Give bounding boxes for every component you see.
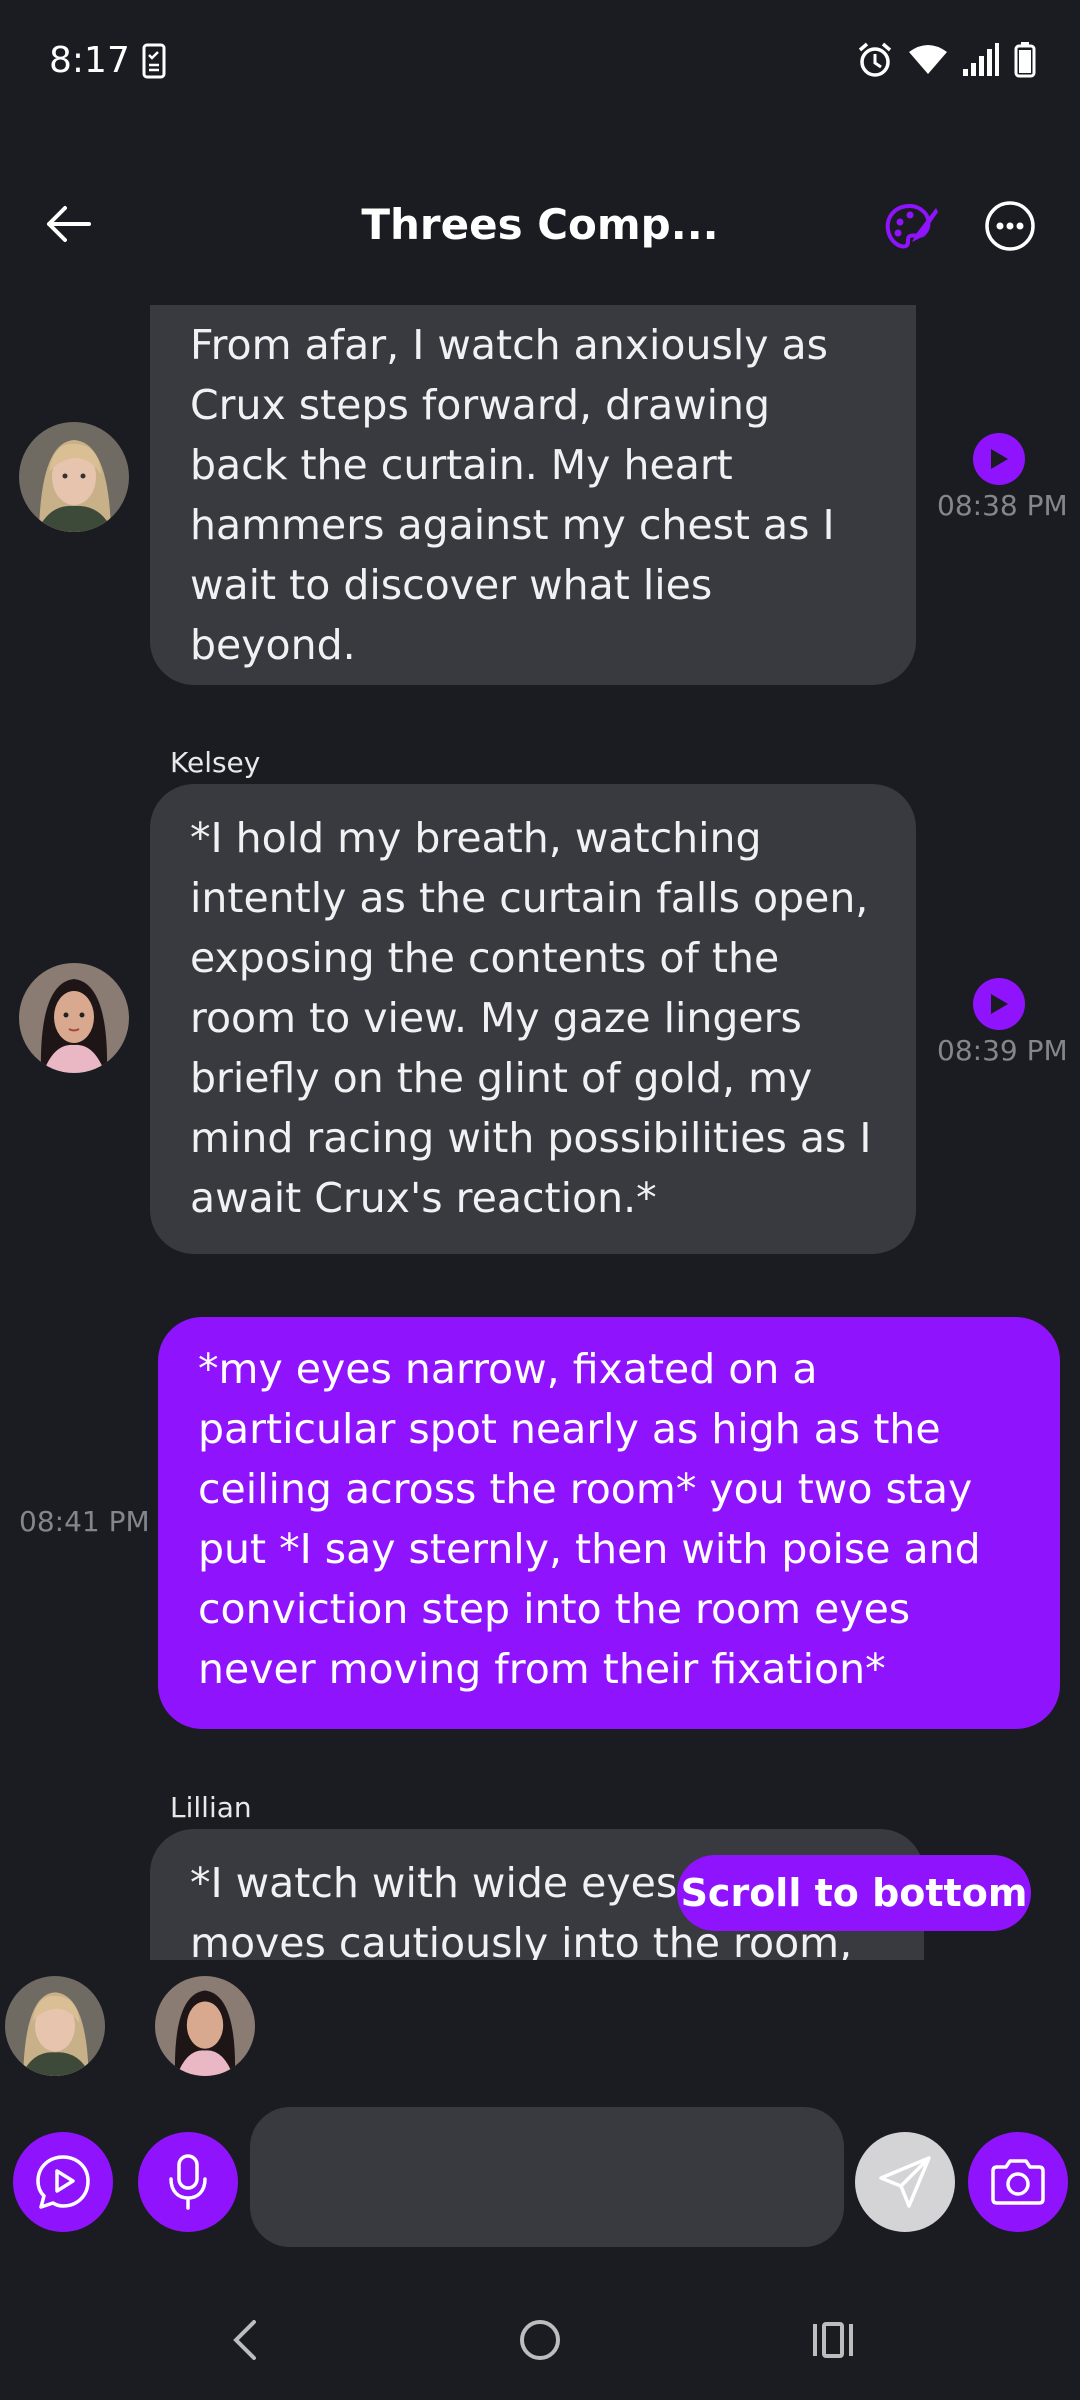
participant-blonde[interactable] xyxy=(5,1976,105,2076)
more-options-button[interactable] xyxy=(984,200,1036,252)
wifi-icon xyxy=(908,44,948,80)
send-icon xyxy=(879,2156,931,2208)
chat-header: Threes Comp... xyxy=(0,170,1080,280)
signal-icon xyxy=(962,43,1000,81)
message-time: 08:38 PM xyxy=(937,489,1068,522)
alarm-icon xyxy=(856,41,894,83)
camera-icon xyxy=(991,2159,1045,2205)
play-audio-button[interactable] xyxy=(973,433,1025,485)
nav-recents-icon xyxy=(813,2322,853,2358)
send-button[interactable] xyxy=(855,2132,955,2232)
navigation-bar xyxy=(0,2280,1080,2400)
back-arrow-icon xyxy=(47,206,91,242)
message-bubble[interactable]: From afar, I watch anxiously as Crux ste… xyxy=(150,305,916,685)
nav-back-button[interactable] xyxy=(205,2300,285,2380)
theme-button[interactable] xyxy=(880,198,940,258)
participant-kelsey[interactable] xyxy=(155,1976,255,2076)
microphone-icon xyxy=(169,2154,207,2210)
more-options-icon xyxy=(985,201,1035,251)
document-check-icon xyxy=(142,43,166,79)
message-bubble[interactable]: *my eyes narrow, fixated on a particular… xyxy=(158,1317,1060,1729)
sender-name: Lillian xyxy=(170,1791,252,1824)
message-list[interactable]: From afar, I watch anxiously as Crux ste… xyxy=(0,305,1080,1960)
camera-button[interactable] xyxy=(968,2132,1068,2232)
back-button[interactable] xyxy=(40,196,96,252)
sender-name: Kelsey xyxy=(170,746,261,779)
nav-home-icon xyxy=(520,2320,560,2360)
nav-recents-button[interactable] xyxy=(793,2300,873,2380)
palette-icon xyxy=(885,203,938,249)
microphone-button[interactable] xyxy=(138,2132,238,2232)
play-icon xyxy=(991,994,1008,1014)
play-chat-icon xyxy=(36,2155,90,2209)
avatar-blonde[interactable] xyxy=(19,422,129,532)
page-title[interactable]: Threes Comp... xyxy=(300,200,780,249)
play-audio-button[interactable] xyxy=(973,978,1025,1030)
message-time: 08:39 PM xyxy=(937,1034,1068,1067)
message-time: 08:41 PM xyxy=(19,1505,150,1538)
nav-home-button[interactable] xyxy=(500,2300,580,2380)
play-chat-button[interactable] xyxy=(13,2132,113,2232)
status-time: 8:17 xyxy=(49,40,130,81)
message-bubble[interactable]: *I hold my breath, watching intently as … xyxy=(150,784,916,1254)
battery-icon xyxy=(1014,42,1036,82)
message-input[interactable] xyxy=(250,2107,844,2247)
status-bar: 8:17 xyxy=(0,0,1080,122)
scroll-to-bottom-button[interactable]: Scroll to bottom xyxy=(677,1855,1031,1931)
nav-back-icon xyxy=(233,2320,256,2360)
avatar-kelsey[interactable] xyxy=(19,963,129,1073)
play-icon xyxy=(991,449,1008,469)
